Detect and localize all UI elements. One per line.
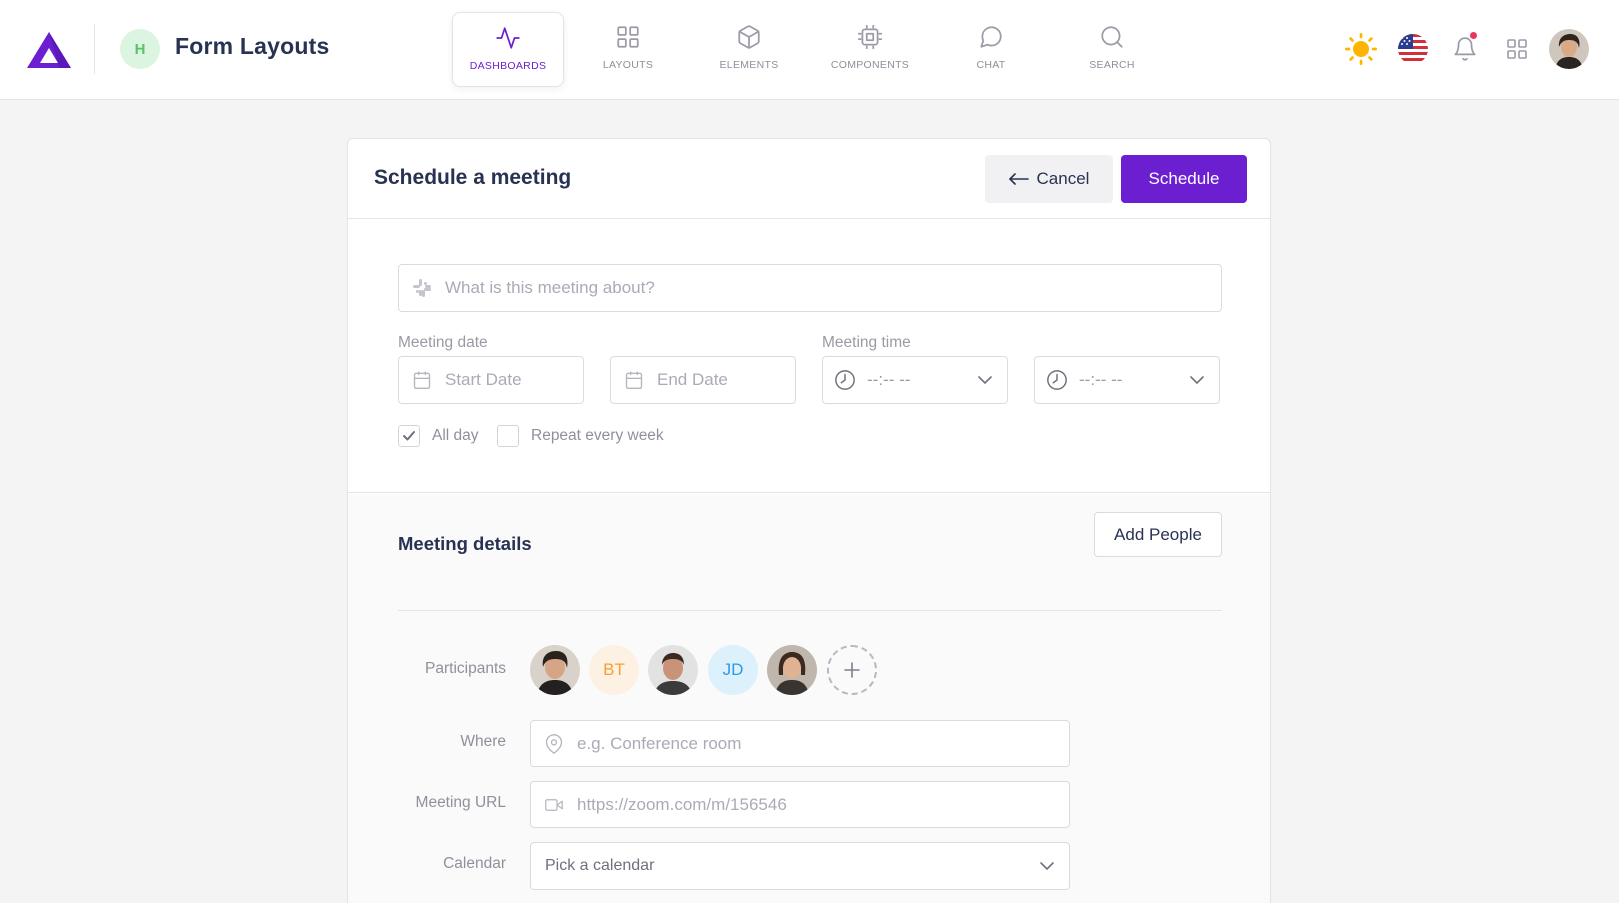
page-title: Form Layouts [175, 33, 330, 59]
bell-icon [1454, 37, 1476, 61]
end-date-placeholder: End Date [657, 370, 728, 389]
person-photo-icon [648, 645, 698, 695]
tab-label: COMPONENTS [830, 59, 910, 71]
meeting-details-title: Meeting details [398, 533, 532, 554]
notification-dot [1470, 32, 1477, 39]
tab-label: CHAT [976, 59, 1006, 71]
meeting-topic-placeholder: What is this meeting about? [445, 278, 655, 297]
end-date-input[interactable]: End Date [610, 356, 796, 404]
map-pin-icon [531, 733, 577, 755]
participants-label: Participants [425, 660, 506, 677]
section-divider [398, 610, 1222, 611]
repeat-weekly-checkbox[interactable] [497, 425, 519, 447]
navbar-divider [94, 24, 95, 74]
chevron-down-icon [1189, 375, 1205, 385]
add-people-button[interactable]: Add People [1094, 512, 1222, 557]
meeting-time-label: Meeting time [822, 334, 911, 351]
participant-avatar[interactable]: BT [589, 645, 639, 695]
start-date-input[interactable]: Start Date [398, 356, 584, 404]
participant-avatar[interactable] [767, 645, 817, 695]
meeting-date-label: Meeting date [398, 334, 488, 351]
box-icon [738, 25, 760, 49]
apps-button[interactable] [1497, 29, 1537, 69]
tab-chat[interactable]: CHAT [935, 12, 1047, 87]
arrow-left-icon [1008, 173, 1029, 185]
card-title: Schedule a meeting [374, 166, 572, 189]
calendar-icon [399, 370, 445, 390]
card-header: Schedule a meeting Cancel Schedule [348, 139, 1270, 219]
meeting-basics-section: What is this meeting about? Meeting date… [348, 219, 1270, 493]
schedule-label: Schedule [1148, 169, 1220, 188]
theme-toggle-button[interactable] [1341, 29, 1381, 69]
page-avatar: H [120, 29, 160, 69]
chevron-down-icon [1039, 861, 1055, 871]
where-label: Where [460, 733, 506, 750]
brand-logo-icon[interactable] [25, 30, 73, 70]
all-day-checkbox[interactable] [398, 425, 420, 447]
chevron-down-icon [977, 375, 993, 385]
schedule-button[interactable]: Schedule [1121, 155, 1247, 203]
user-photo-icon [1549, 29, 1589, 69]
tab-layouts[interactable]: LAYOUTS [572, 12, 684, 87]
where-placeholder: e.g. Conference room [577, 733, 742, 753]
meeting-topic-input[interactable]: What is this meeting about? [398, 264, 1222, 312]
slack-icon [399, 278, 445, 298]
calendar-value: Pick a calendar [545, 857, 655, 874]
tab-label: DASHBOARDS [469, 60, 547, 72]
tab-dashboards[interactable]: DASHBOARDS [452, 12, 564, 87]
tab-elements[interactable]: ELEMENTS [693, 12, 805, 87]
participant-avatar[interactable] [530, 645, 580, 695]
us-flag-icon [1398, 34, 1428, 64]
add-participant-button[interactable] [827, 645, 877, 695]
cpu-icon [858, 25, 882, 49]
grid-icon [617, 26, 639, 48]
person-photo-icon [767, 645, 817, 695]
start-time-select[interactable]: --:-- -- [822, 356, 1008, 404]
where-input[interactable]: e.g. Conference room [530, 720, 1070, 767]
clock-icon [1035, 369, 1079, 391]
calendar-icon [611, 370, 657, 390]
activity-icon [496, 27, 520, 49]
clock-icon [823, 369, 867, 391]
end-time-select[interactable]: --:-- -- [1034, 356, 1220, 404]
checkmark-icon [403, 431, 415, 441]
all-day-label[interactable]: All day [432, 427, 479, 445]
start-time-value: --:-- -- [867, 370, 911, 389]
language-button[interactable] [1393, 29, 1433, 69]
participant-avatar[interactable] [648, 645, 698, 695]
tab-search[interactable]: SEARCH [1056, 12, 1168, 87]
plus-icon [844, 662, 860, 678]
meeting-url-input[interactable]: https://zoom.com/m/156546 [530, 781, 1070, 828]
top-navbar: H Form Layouts DASHBOARDS LAYOUTS ELEMEN… [0, 0, 1619, 100]
message-circle-icon [980, 26, 1002, 48]
tab-label: LAYOUTS [602, 59, 654, 71]
meeting-url-label: Meeting URL [415, 794, 506, 811]
repeat-weekly-label[interactable]: Repeat every week [531, 427, 664, 445]
schedule-meeting-card: Schedule a meeting Cancel Schedule What … [347, 138, 1271, 903]
notifications-button[interactable] [1445, 29, 1485, 69]
cancel-label: Cancel [1036, 169, 1090, 188]
end-time-value: --:-- -- [1079, 370, 1123, 389]
participant-avatar[interactable]: JD [708, 645, 758, 695]
tab-label: SEARCH [1089, 59, 1135, 71]
video-icon [531, 796, 577, 814]
sun-icon [1345, 33, 1377, 65]
meeting-url-placeholder: https://zoom.com/m/156546 [577, 794, 787, 814]
meeting-details-section: Meeting details Add People Participants … [348, 494, 1270, 903]
tab-components[interactable]: COMPONENTS [814, 12, 926, 87]
apps-grid-icon [1507, 39, 1527, 59]
user-avatar[interactable] [1549, 29, 1589, 69]
calendar-select[interactable]: Pick a calendar [530, 842, 1070, 890]
search-icon [1101, 26, 1123, 48]
start-date-placeholder: Start Date [445, 370, 522, 389]
calendar-label: Calendar [443, 855, 506, 872]
cancel-button[interactable]: Cancel [985, 155, 1113, 203]
tab-label: ELEMENTS [719, 59, 779, 71]
person-photo-icon [530, 645, 580, 695]
